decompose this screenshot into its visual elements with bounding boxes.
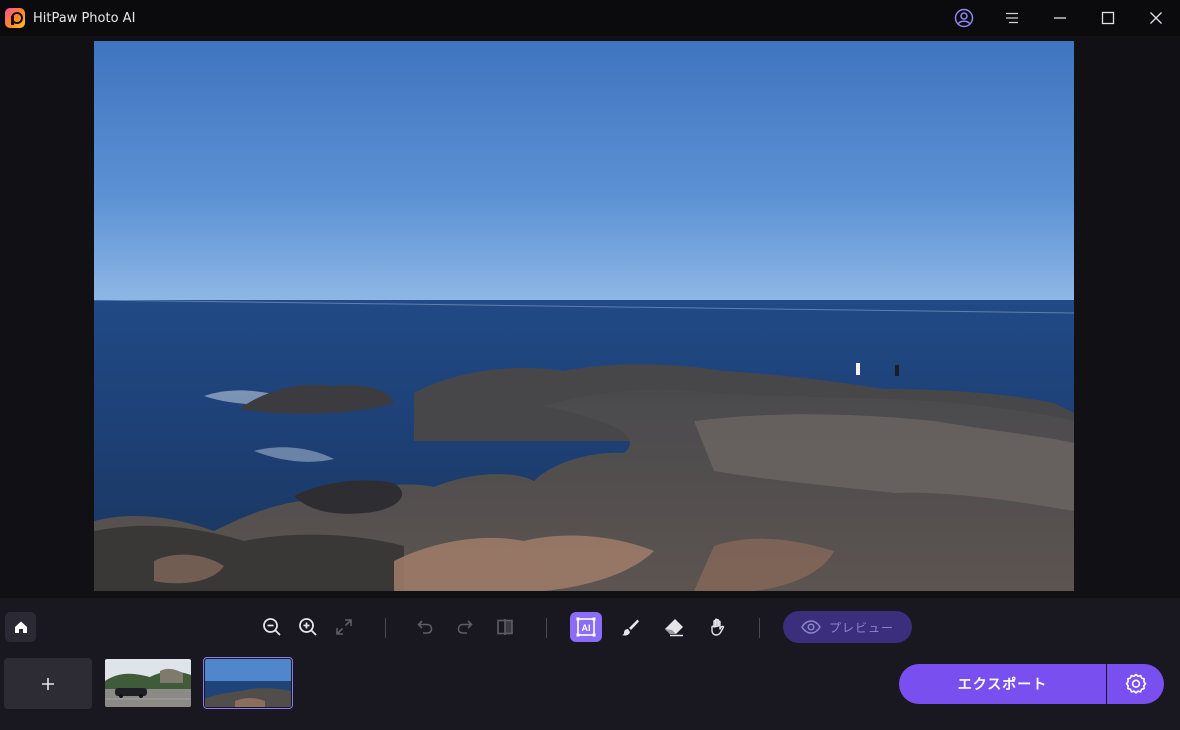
redo-button[interactable] [449, 612, 481, 642]
compare-icon [497, 619, 513, 635]
thumbnail-car-parking[interactable] [105, 659, 191, 707]
maximize-button[interactable] [1084, 0, 1132, 36]
window-controls [940, 0, 1180, 36]
undo-icon [417, 620, 433, 634]
minimize-button[interactable] [1036, 0, 1084, 36]
account-icon [954, 8, 974, 28]
svg-text:AI: AI [582, 623, 591, 633]
editing-toolbar: AI プレビュー [0, 610, 1180, 644]
close-button[interactable] [1132, 0, 1180, 36]
toolbar-divider [759, 618, 760, 638]
account-button[interactable] [940, 0, 988, 36]
maximize-icon [1101, 11, 1115, 25]
toolbar-divider [546, 618, 547, 638]
app-title: HitPaw Photo AI [33, 10, 136, 26]
fit-screen-icon [336, 619, 352, 635]
minimize-icon [1054, 17, 1066, 19]
export-button[interactable]: エクスポート [899, 664, 1106, 704]
ai-select-icon: AI [576, 617, 596, 637]
add-image-button[interactable] [4, 658, 92, 709]
ai-select-button[interactable]: AI [570, 612, 602, 642]
hand-button[interactable] [702, 612, 734, 642]
menu-icon [1006, 12, 1018, 24]
bottom-panel: AI プレビュー エクスポート [0, 598, 1180, 730]
preview-button[interactable]: プレビュー [783, 611, 912, 643]
thumbnail-rocky-coast[interactable] [203, 657, 293, 709]
eraser-icon [665, 619, 683, 637]
title-bar: HitPaw Photo AI [0, 0, 1180, 36]
undo-button[interactable] [409, 612, 441, 642]
plus-icon [42, 677, 54, 690]
eraser-button[interactable] [658, 612, 690, 642]
zoom-in-button[interactable] [292, 612, 324, 642]
toolbar-divider [385, 618, 386, 638]
zoom-out-icon [263, 618, 281, 636]
zoom-out-button[interactable] [256, 612, 288, 642]
compare-button[interactable] [489, 612, 521, 642]
menu-button[interactable] [988, 0, 1036, 36]
app-logo-icon [5, 8, 25, 28]
hand-icon [711, 618, 725, 636]
brush-icon [622, 619, 639, 636]
redo-icon [457, 620, 473, 634]
gear-icon [1125, 673, 1146, 694]
zoom-in-icon [299, 618, 317, 636]
export-settings-button[interactable] [1107, 664, 1164, 704]
canvas-area[interactable] [0, 36, 1180, 596]
fit-screen-button[interactable] [328, 612, 360, 642]
preview-label: プレビュー [828, 620, 894, 635]
eye-icon [801, 620, 821, 634]
photo-preview[interactable] [94, 41, 1074, 591]
close-icon [1150, 12, 1162, 24]
brush-button[interactable] [614, 612, 646, 642]
